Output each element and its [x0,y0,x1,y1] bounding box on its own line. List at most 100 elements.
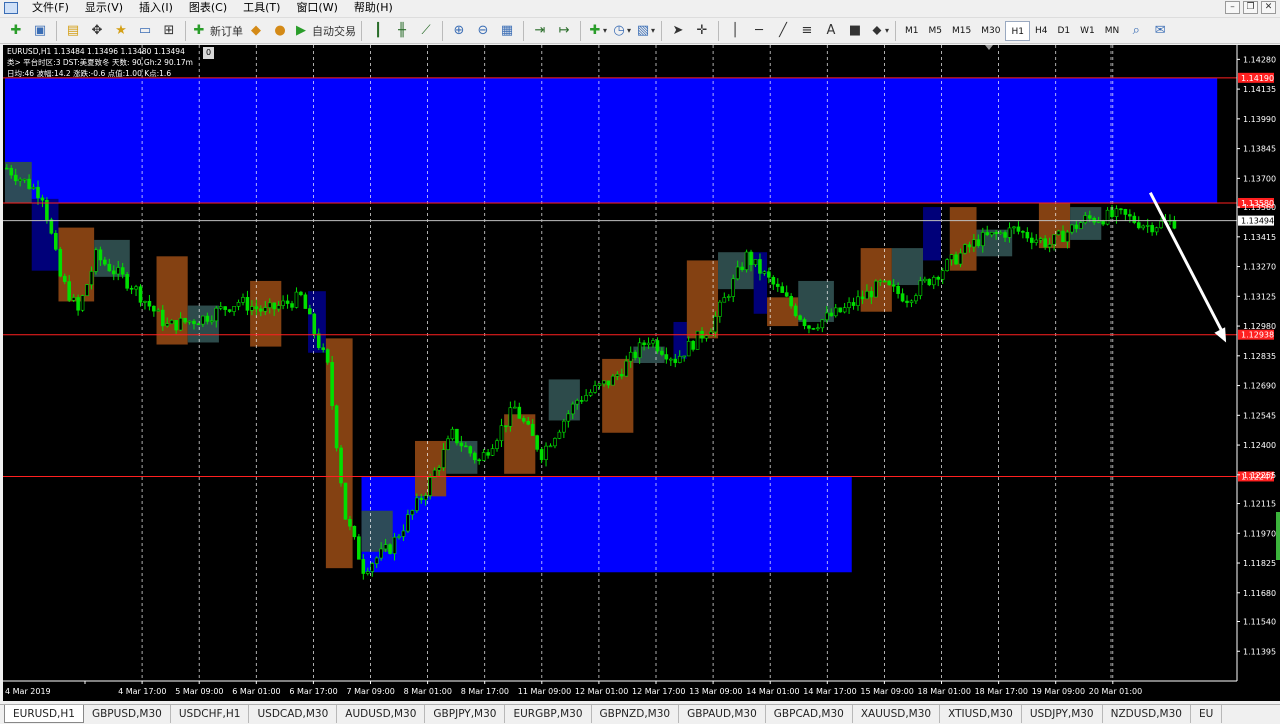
terminal-icon: ▭ [138,22,152,38]
scroll-indicator[interactable] [1276,512,1280,560]
trendline-tool[interactable]: ╱ [772,20,794,42]
candle-body [85,284,89,296]
chart-tab-xtiusd-m30[interactable]: XTIUSD,M30 [940,705,1022,723]
timeframe-h1[interactable]: H1 [1005,20,1030,41]
label-tool[interactable]: ■ [844,20,866,42]
terminal-button[interactable]: ▭ [134,20,156,42]
candle-body [348,519,352,527]
timeframe-m5[interactable]: M5 [924,21,948,41]
candle-body [89,271,94,286]
chart-tab-eu[interactable]: EU [1191,705,1223,723]
menu-help[interactable]: 帮助(H) [346,0,401,16]
close-icon[interactable]: ✕ [1261,1,1276,14]
timeframe-m1[interactable]: M1 [900,21,924,41]
candle-body [22,178,27,181]
price-tick-label: 1.12545 [1243,411,1276,420]
zoom-in-button[interactable]: ⊕ [448,20,470,42]
candlestick-button[interactable]: ╫ [391,20,413,42]
chart-tab-eurgbp-m30[interactable]: EURGBP,M30 [505,705,592,723]
candle-body [472,452,477,461]
chart-tab-usdcad-m30[interactable]: USDCAD,M30 [249,705,338,723]
timeframe-mn[interactable]: MN [1100,21,1125,41]
market-watch-button[interactable]: ▤ [62,20,84,42]
menu-file[interactable]: 文件(F) [24,0,77,16]
candle-body [878,280,883,283]
bar-chart-button[interactable]: ┃ [367,20,389,42]
candle-body [138,286,143,303]
menu-window[interactable]: 窗口(W) [288,0,345,16]
candle-body [49,219,54,234]
chart-tab-gbpnzd-m30[interactable]: GBPNZD,M30 [592,705,680,723]
new-chart-button[interactable]: ✚ [5,20,27,42]
menu-charts[interactable]: 图表(C) [181,0,235,16]
new-order-button[interactable]: ✚ 新订单 [191,20,243,42]
timeframe-w1[interactable]: W1 [1075,21,1100,41]
session-box [156,256,188,345]
channel-tool[interactable]: ≡ [796,20,818,42]
chart-canvas[interactable]: 1.141901.135801.134941.129381.122471.142… [3,45,1280,701]
vertical-line-tool[interactable]: │ [724,20,746,42]
line-chart-button[interactable]: ⟋ [415,20,437,42]
indicators-button[interactable]: ✚ ▾ [586,20,608,42]
candle-body [1123,209,1128,215]
timeframe-h4[interactable]: H4 [1030,21,1053,41]
price-chart[interactable]: 1.14190 1.13580 1.13494 1.12938 1.12247 1.142… [3,45,1280,701]
time-tick-label: 19 Mar 09:00 [1032,687,1085,696]
candle-body [704,335,709,339]
candle-body [749,251,753,265]
chart-header: EURUSD,H1 1.13484 1.13496 1.13480 1.1349… [7,47,185,56]
chart-tab-audusd-m30[interactable]: AUDUSD,M30 [337,705,426,723]
text-tool[interactable]: A [820,20,842,42]
chart-tab-gbpjpy-m30[interactable]: GBPJPY,M30 [425,705,506,723]
restore-icon[interactable]: ❐ [1243,1,1258,14]
menu-tools[interactable]: 工具(T) [235,0,288,16]
menu-insert[interactable]: 插入(I) [131,0,181,16]
chart-tab-usdchf-h1[interactable]: USDCHF,H1 [171,705,250,723]
trend-arrow-shaft [1148,192,1225,335]
shapes-tool[interactable]: ⬥ ▾ [868,20,890,42]
data-window-button[interactable]: ✥ [86,20,108,42]
minimize-icon[interactable]: – [1225,1,1240,14]
candle-body [352,525,357,538]
signals-button[interactable]: ● [269,20,291,42]
bar-chart-icon: ┃ [374,22,382,38]
chat-button[interactable]: ✉ [1149,20,1171,42]
templates-button[interactable]: ▧ ▾ [634,20,656,42]
chart-tab-gbpusd-m30[interactable]: GBPUSD,M30 [84,705,171,723]
candle-body [936,276,941,280]
chart-tab-xauusd-m30[interactable]: XAUUSD,M30 [853,705,941,723]
candle-body [210,320,214,323]
price-level-label: 1.12938 [1241,331,1274,340]
candle-body [682,355,686,358]
crosshair-tool[interactable]: ✛ [691,20,713,42]
candle-body [539,449,544,460]
chart-tab-eurusd-h1[interactable]: EURUSD,H1 [4,705,84,723]
candle-body [900,293,905,302]
search-button[interactable]: ⌕ [1125,20,1147,42]
autoscroll-button[interactable]: ↦ [553,20,575,42]
timeframe-d1[interactable]: D1 [1052,21,1075,41]
menu-view[interactable]: 显示(V) [77,0,131,16]
session-box [602,358,634,433]
chart-tab-gbpcad-m30[interactable]: GBPCAD,M30 [766,705,853,723]
metaeditor-button[interactable]: ◆ [245,20,267,42]
chart-tab-gbpaud-m30[interactable]: GBPAUD,M30 [679,705,766,723]
timeframe-m30[interactable]: M30 [976,21,1005,41]
candle-body [410,510,415,516]
profiles-button[interactable]: ▣ [29,20,51,42]
horizontal-line-tool[interactable]: ─ [748,20,770,42]
periods-button[interactable]: ◷ ▾ [610,20,632,42]
strategy-tester-button[interactable]: ⊞ [158,20,180,42]
timeframe-m15[interactable]: M15 [947,21,976,41]
chart-shift-button[interactable]: ⇥ [529,20,551,42]
candle-body [521,418,526,422]
tile-windows-button[interactable]: ▦ [496,20,518,42]
chart-tab-nzdusd-m30[interactable]: NZDUSD,M30 [1103,705,1191,723]
zoom-out-button[interactable]: ⊖ [472,20,494,42]
navigator-button[interactable]: ★ [110,20,132,42]
auto-trading-button[interactable]: ▶ 自动交易 [293,20,356,42]
terminal-window: 文件(F) 显示(V) 插入(I) 图表(C) 工具(T) 窗口(W) 帮助(H… [0,0,1280,724]
candle-body [722,297,727,303]
chart-tab-usdjpy-m30[interactable]: USDJPY,M30 [1022,705,1103,723]
cursor-tool[interactable]: ➤ [667,20,689,42]
